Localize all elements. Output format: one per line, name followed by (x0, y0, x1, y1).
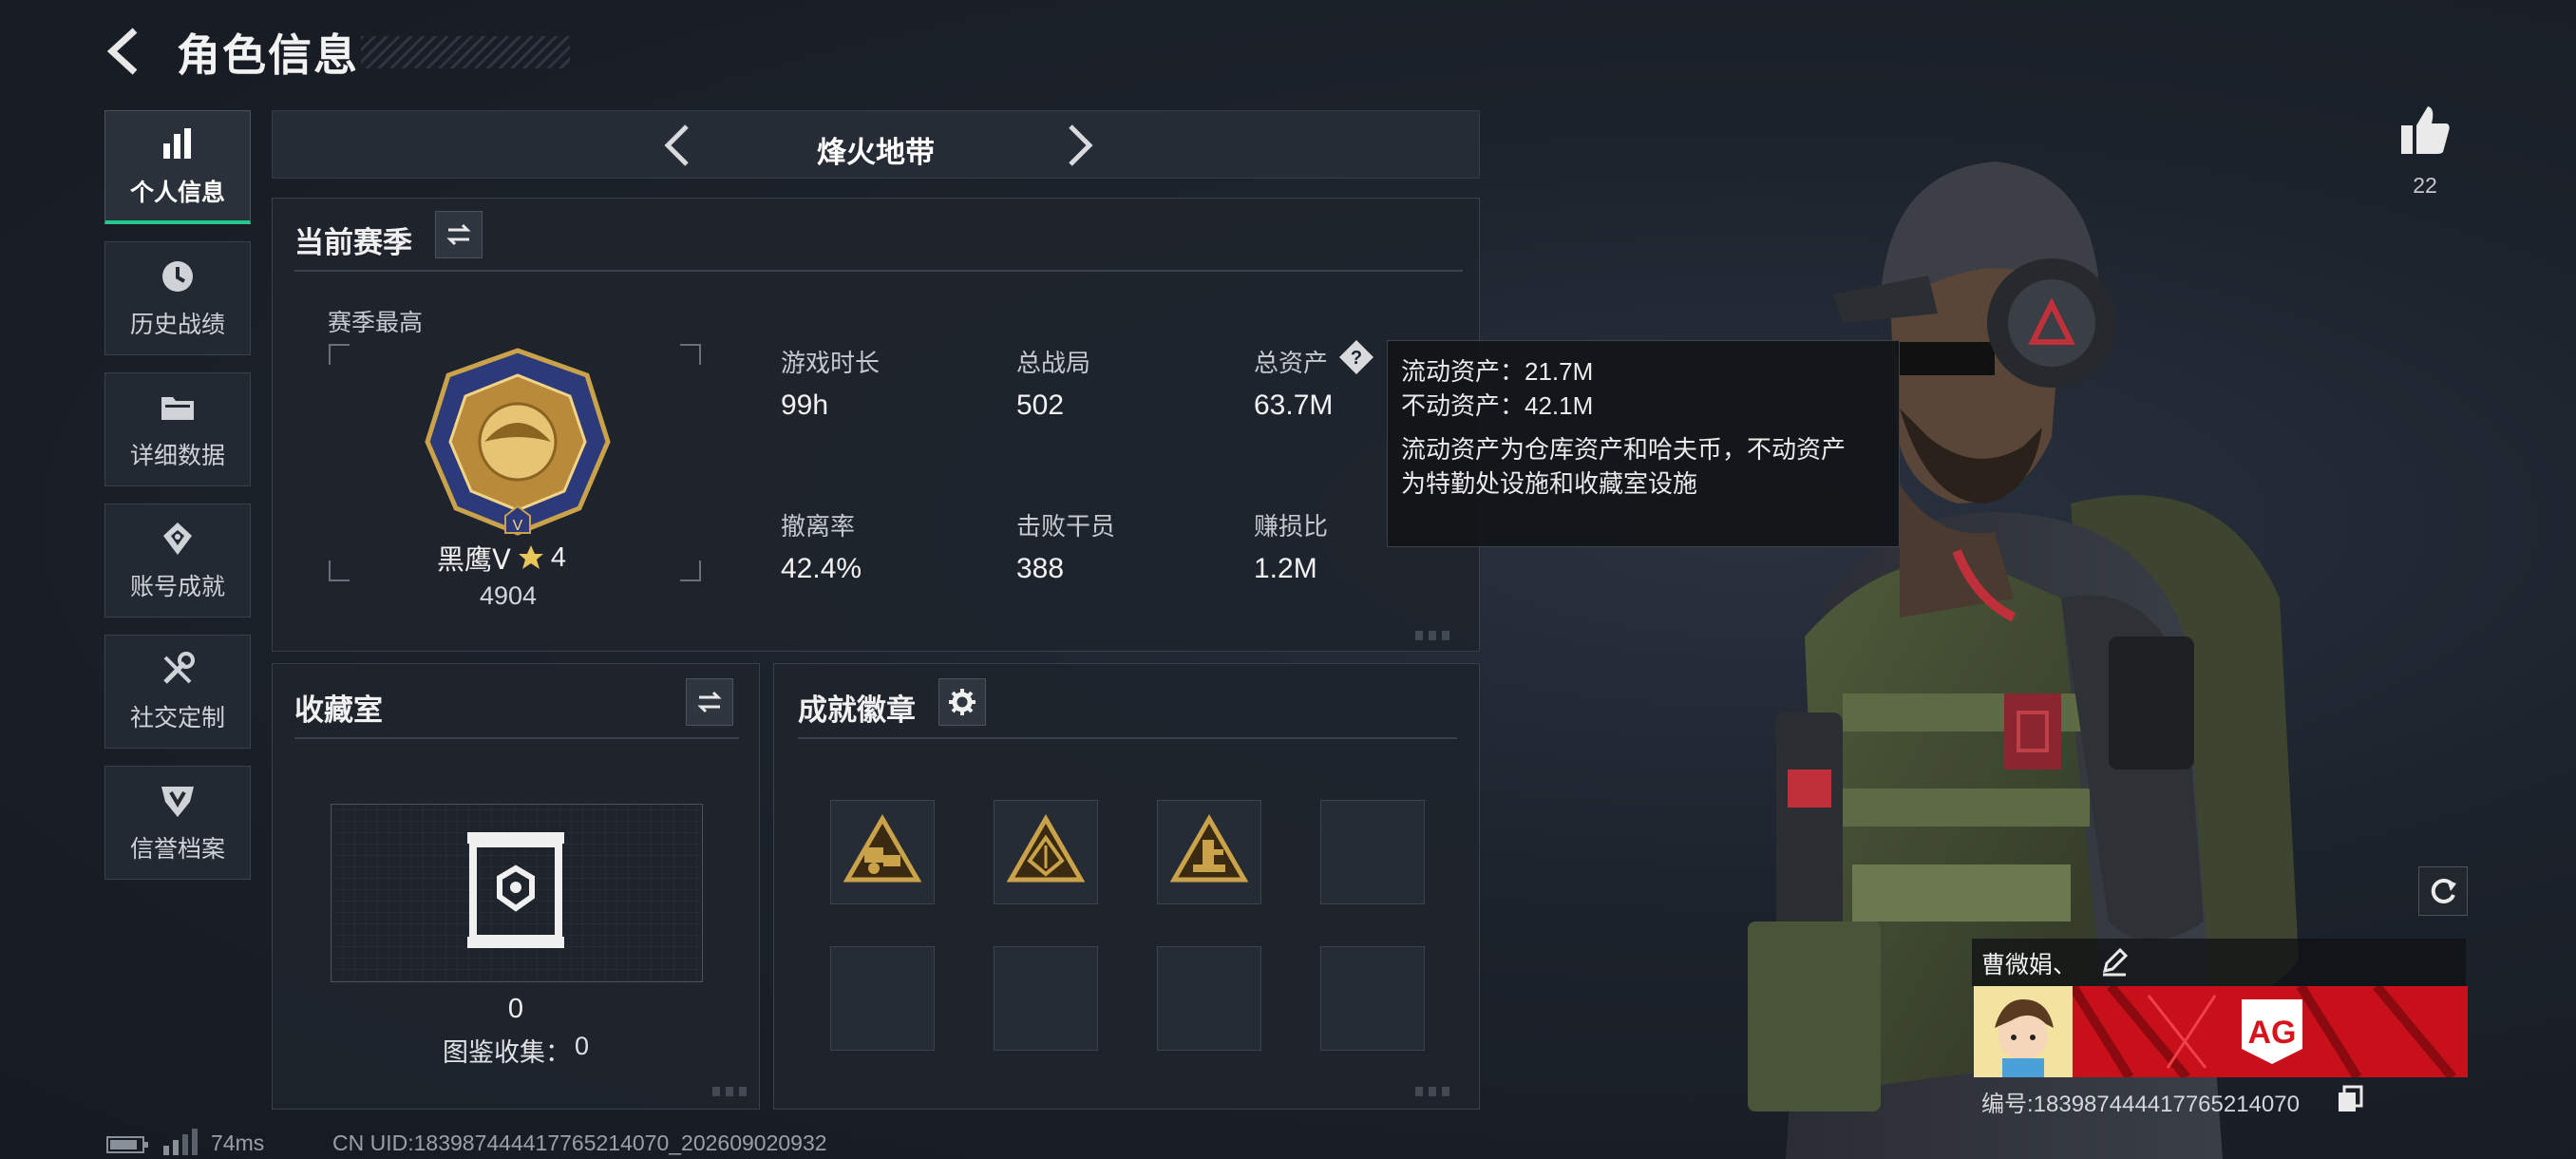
refresh-rotate-icon (2431, 878, 2456, 903)
collection-title: 收藏室 (294, 694, 383, 727)
stat-label-operators-defeated: 击败干员 (1016, 512, 1116, 541)
sidebar-item-history[interactable]: 历史战绩 (104, 241, 251, 355)
svg-text:V: V (513, 518, 523, 534)
badges-settings-button[interactable] (938, 678, 986, 726)
stat-label-profit-loss: 赚损比 (1254, 512, 1329, 541)
sidebar-item-label: 社交定制 (129, 705, 225, 732)
gold-badge-icon (1006, 814, 1086, 883)
mode-title: 烽火地带 (817, 136, 935, 169)
swap-arrows-icon (697, 691, 722, 713)
back-arrow-icon[interactable] (106, 27, 152, 76)
player-name: 曹微娟、 (1981, 952, 2077, 978)
tooltip-fixed-assets: 不动资产：42.1M (1401, 391, 1594, 420)
rank-stars: 4 (550, 542, 566, 573)
gear-icon (949, 689, 975, 715)
card-brand-text: AG (2248, 1015, 2297, 1051)
rank-name-row: 黑鹰Ⅴ 4 (437, 538, 566, 578)
badge-slot[interactable] (994, 800, 1098, 904)
sidebar-item-label: 历史战绩 (129, 312, 225, 338)
rank-name: 黑鹰Ⅴ (437, 545, 511, 576)
badge-slot[interactable] (1157, 800, 1261, 904)
bar-chart-icon (163, 127, 191, 159)
season-title: 当前赛季 (294, 226, 412, 259)
panel-corner-decoration (712, 1087, 750, 1096)
collection-cabinet-icon (467, 832, 564, 948)
stat-label-total-assets: 总资产 (1254, 349, 1329, 377)
collection-switch-button[interactable] (686, 678, 733, 726)
signal-icon (163, 1129, 198, 1155)
sidebar-item-achievements[interactable]: 账号成就 (104, 504, 251, 618)
badge-slot-empty[interactable] (1157, 946, 1261, 1051)
collection-count: 0 (507, 994, 524, 1024)
divider (294, 737, 739, 739)
edit-pencil-icon[interactable] (2099, 946, 2130, 977)
tooltip-desc-line-1: 流动资产为仓库资产和哈夫币，不动资产 (1401, 435, 1847, 464)
ag-team-logo: AG (2242, 999, 2302, 1064)
stat-value-operators-defeated: 388 (1016, 553, 1065, 584)
asset-tooltip: 流动资产：21.7M 不动资产：42.1M 流动资产为仓库资产和哈夫币，不动资产… (1387, 340, 1900, 547)
stat-value-total-assets: 63.7M (1254, 390, 1334, 421)
divider (294, 270, 1463, 272)
rank-score: 4904 (480, 581, 538, 610)
tools-icon (163, 652, 195, 684)
sidebar-item-personal-info[interactable]: 个人信息 (104, 110, 251, 224)
gallery-label: 图鉴收集： (443, 1038, 571, 1067)
stat-label-total-matches: 总战局 (1016, 349, 1091, 377)
sidebar-item-detailed-data[interactable]: 详细数据 (104, 372, 251, 486)
avatar-illustration (1974, 986, 2073, 1077)
achievement-icon (163, 522, 192, 555)
stat-label-extract-rate: 撤离率 (781, 512, 856, 541)
sidebar-item-label: 个人信息 (129, 179, 225, 206)
page-title: 角色信息 (177, 30, 359, 80)
star-icon (518, 545, 543, 569)
rotate-model-button[interactable] (2418, 866, 2468, 916)
tooltip-liquid-assets: 流动资产：21.7M (1401, 357, 1594, 386)
uid-text: CN UID:18398744441776521407​0_2026090209… (332, 1130, 827, 1155)
stat-value-total-matches: 502 (1016, 390, 1065, 421)
season-switch-button[interactable] (435, 211, 483, 258)
svg-text:?: ? (1351, 348, 1362, 369)
divider (798, 737, 1457, 739)
gallery-value: 0 (575, 1032, 590, 1060)
copy-icon[interactable] (2337, 1085, 2363, 1113)
panel-corner-decoration (1415, 1087, 1453, 1096)
badge-slot[interactable] (830, 800, 935, 904)
thumbs-up-icon[interactable] (2397, 103, 2453, 158)
sidebar-item-label: 详细数据 (129, 443, 225, 469)
sidebar-item-credit-record[interactable]: 信誉档案 (104, 766, 251, 880)
ping-value: 74ms (211, 1130, 265, 1155)
mode-selector: 烽火地带 (272, 110, 1480, 179)
badge-slot-empty[interactable] (1320, 800, 1425, 904)
sidebar-item-social-custom[interactable]: 社交定制 (104, 635, 251, 749)
help-question-icon[interactable]: ? (1337, 338, 1375, 376)
black-hawk-rank-emblem-icon: V (425, 348, 611, 536)
gallery-row: 图鉴收集： 0 (443, 1032, 589, 1069)
sidebar-item-label: 账号成就 (129, 574, 225, 600)
badges-title: 成就徽章 (798, 694, 916, 727)
gold-badge-icon (1169, 814, 1249, 883)
stat-value-extract-rate: 42.4% (781, 553, 862, 584)
swap-arrows-icon (446, 223, 471, 246)
avatar[interactable] (1974, 986, 2073, 1077)
badge-slot-empty[interactable] (1320, 946, 1425, 1051)
credit-shield-icon (161, 787, 194, 817)
stat-value-playtime: 99h (781, 390, 829, 421)
badge-grid (830, 800, 1427, 1051)
season-best-label: 赛季最高 (328, 310, 424, 336)
folder-icon (161, 397, 194, 420)
sidebar-item-label: 信誉档案 (129, 836, 225, 863)
history-clock-icon (162, 261, 193, 292)
like-count: 22 (2413, 173, 2437, 198)
stat-label-playtime: 游戏时长 (781, 349, 881, 377)
badge-slot-empty[interactable] (994, 946, 1098, 1051)
next-mode-arrow-icon[interactable] (1051, 119, 1105, 172)
tooltip-desc-line-2: 为特勤处设施和收藏室设施 (1401, 469, 1698, 498)
player-id: 编号:18398744441776521407​0 (1981, 1092, 2300, 1117)
battery-icon (106, 1136, 148, 1153)
stat-value-profit-loss: 1.2M (1254, 553, 1317, 584)
panel-corner-decoration (1415, 631, 1453, 640)
badge-slot-empty[interactable] (830, 946, 935, 1051)
gold-badge-icon (843, 814, 922, 883)
title-decoration (361, 36, 570, 68)
